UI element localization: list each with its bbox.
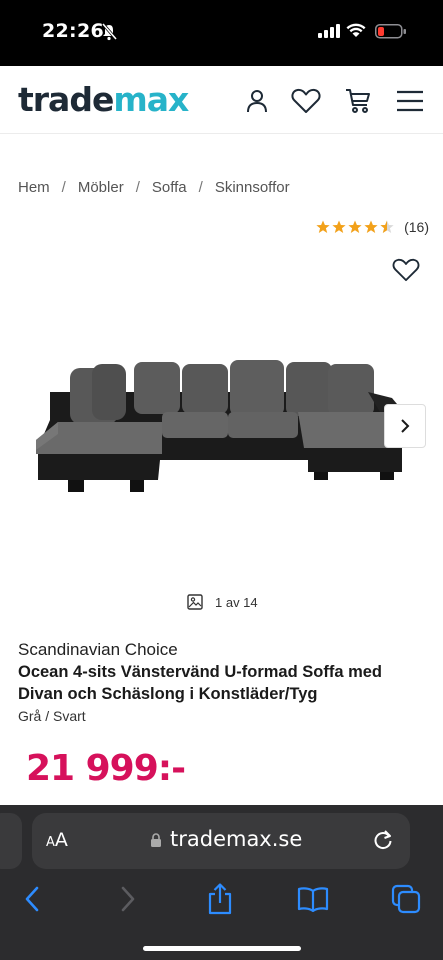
sofa-image (36, 360, 406, 492)
share-button[interactable] (202, 881, 238, 917)
next-image-button[interactable] (384, 404, 426, 448)
star-full-icon (332, 220, 346, 233)
bell-muted-icon (101, 23, 118, 46)
tabs-icon (391, 884, 421, 914)
bookmarks-button[interactable] (295, 881, 331, 917)
star-full-icon (364, 220, 378, 233)
star-full-icon (316, 220, 330, 233)
status-bar: 22:26 (0, 0, 443, 66)
battery-low-icon (375, 24, 407, 44)
browser-nav-row (0, 877, 443, 917)
star-half-icon (380, 220, 394, 233)
rating-count: (16) (404, 219, 429, 235)
site-header: trademax (0, 66, 443, 134)
tabs-button[interactable] (388, 881, 424, 917)
aa-small-label: A (46, 835, 55, 850)
reader-options-button[interactable]: AA (46, 829, 68, 851)
add-to-wishlist-button[interactable] (392, 258, 420, 287)
chevron-left-icon (25, 886, 39, 912)
forward-button[interactable] (110, 881, 146, 917)
wifi-icon (346, 23, 366, 43)
trademax-logo[interactable]: trademax (18, 80, 189, 119)
cart-button[interactable] (341, 84, 375, 118)
status-time: 22:26 (42, 20, 104, 42)
product-price: 21 999:- (26, 748, 186, 789)
breadcrumb-separator: / (198, 179, 203, 196)
account-button[interactable] (240, 84, 274, 118)
back-button[interactable] (14, 881, 50, 917)
cellular-signal-icon (318, 24, 340, 43)
product-variant: Grå / Svart (18, 708, 86, 724)
person-icon (247, 90, 267, 113)
wishlist-button[interactable] (289, 84, 323, 118)
logo-part-max: max (113, 80, 189, 119)
previous-tab-preview[interactable] (0, 813, 22, 869)
breadcrumb-item-soffa[interactable]: Soffa (152, 179, 187, 196)
aa-large-label: A (54, 829, 68, 851)
reload-icon[interactable] (372, 829, 394, 856)
chevron-right-icon (121, 886, 135, 912)
breadcrumb-item-mobler[interactable]: Möbler (78, 179, 124, 196)
cart-icon (346, 89, 370, 113)
breadcrumb-item-skinnsoffor[interactable]: Skinnsoffor (215, 179, 290, 196)
product-rating[interactable]: (16) (316, 219, 429, 235)
chevron-right-icon (401, 419, 410, 433)
share-icon (208, 883, 232, 915)
book-icon (297, 887, 329, 912)
breadcrumb-separator: / (135, 179, 140, 196)
breadcrumb-item-hem[interactable]: Hem (18, 179, 50, 196)
lock-icon (150, 833, 162, 853)
breadcrumb-separator: / (61, 179, 66, 196)
product-image[interactable] (30, 350, 410, 500)
heart-icon (392, 258, 420, 282)
product-title: Ocean 4-sits Vänstervänd U-formad Soffa … (18, 663, 383, 703)
breadcrumb: Hem / Möbler / Soffa / Skinnsoffor (18, 179, 290, 196)
address-bar[interactable]: AA trademax.se (32, 813, 410, 869)
home-indicator[interactable] (143, 946, 301, 951)
logo-part-trade: trade (18, 80, 114, 119)
image-counter-text: 1 av 14 (215, 594, 258, 610)
rating-stars (316, 220, 396, 234)
browser-toolbar: AA trademax.se (0, 805, 443, 960)
star-full-icon (348, 220, 362, 233)
hamburger-icon (397, 90, 423, 112)
url-text: trademax.se (170, 827, 303, 851)
product-brand[interactable]: Scandinavian Choice (18, 640, 178, 660)
menu-button[interactable] (393, 84, 427, 118)
heart-icon (291, 88, 321, 113)
gallery-image-icon (187, 594, 203, 610)
image-counter[interactable]: 1 av 14 (187, 594, 258, 610)
